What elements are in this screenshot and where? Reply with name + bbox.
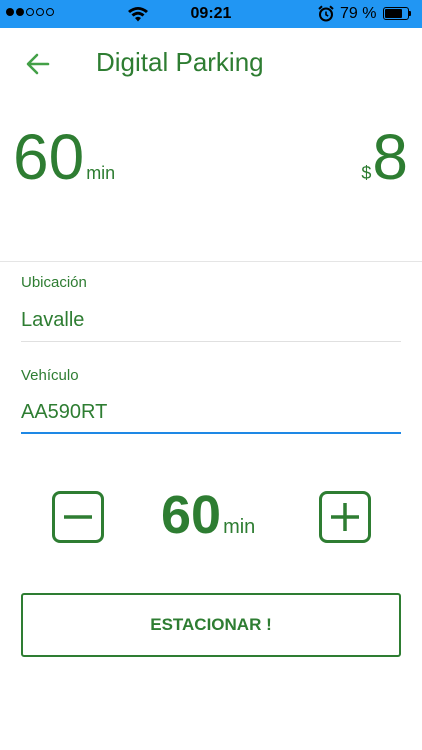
vehicle-input[interactable] xyxy=(21,401,401,424)
battery-tip xyxy=(409,11,411,16)
back-button[interactable] xyxy=(24,50,52,78)
divider xyxy=(0,261,422,262)
page-title: Digital Parking xyxy=(96,47,264,77)
increment-button[interactable] xyxy=(319,491,371,543)
duration-value: 60 xyxy=(13,121,85,193)
stepper-number: 60 xyxy=(161,485,222,545)
stepper-unit: min xyxy=(223,516,256,538)
location-label: Ubicación xyxy=(21,274,87,291)
minus-square-icon xyxy=(64,515,92,519)
battery-percent: 79 % xyxy=(340,5,377,22)
plus-square-icon xyxy=(331,503,359,531)
decrement-button[interactable] xyxy=(52,491,104,543)
battery-level xyxy=(385,9,402,18)
alarm-icon xyxy=(318,5,334,22)
location-input[interactable] xyxy=(21,309,401,332)
duration-unit: min xyxy=(86,163,116,183)
price-summary: $8 xyxy=(361,125,408,189)
park-button[interactable]: ESTACIONAR ! xyxy=(21,593,401,657)
location-underline xyxy=(21,341,401,342)
price-currency: $ xyxy=(361,163,372,183)
price-value: 8 xyxy=(372,121,408,193)
vehicle-underline xyxy=(21,432,401,434)
battery-icon xyxy=(383,7,409,20)
vehicle-label: Vehículo xyxy=(21,367,79,384)
status-bar: 09:21 79 % xyxy=(0,0,422,28)
duration-summary: 60 min xyxy=(13,125,115,189)
stepper-value: 60 min xyxy=(161,488,255,542)
arrow-left-icon xyxy=(26,53,50,75)
